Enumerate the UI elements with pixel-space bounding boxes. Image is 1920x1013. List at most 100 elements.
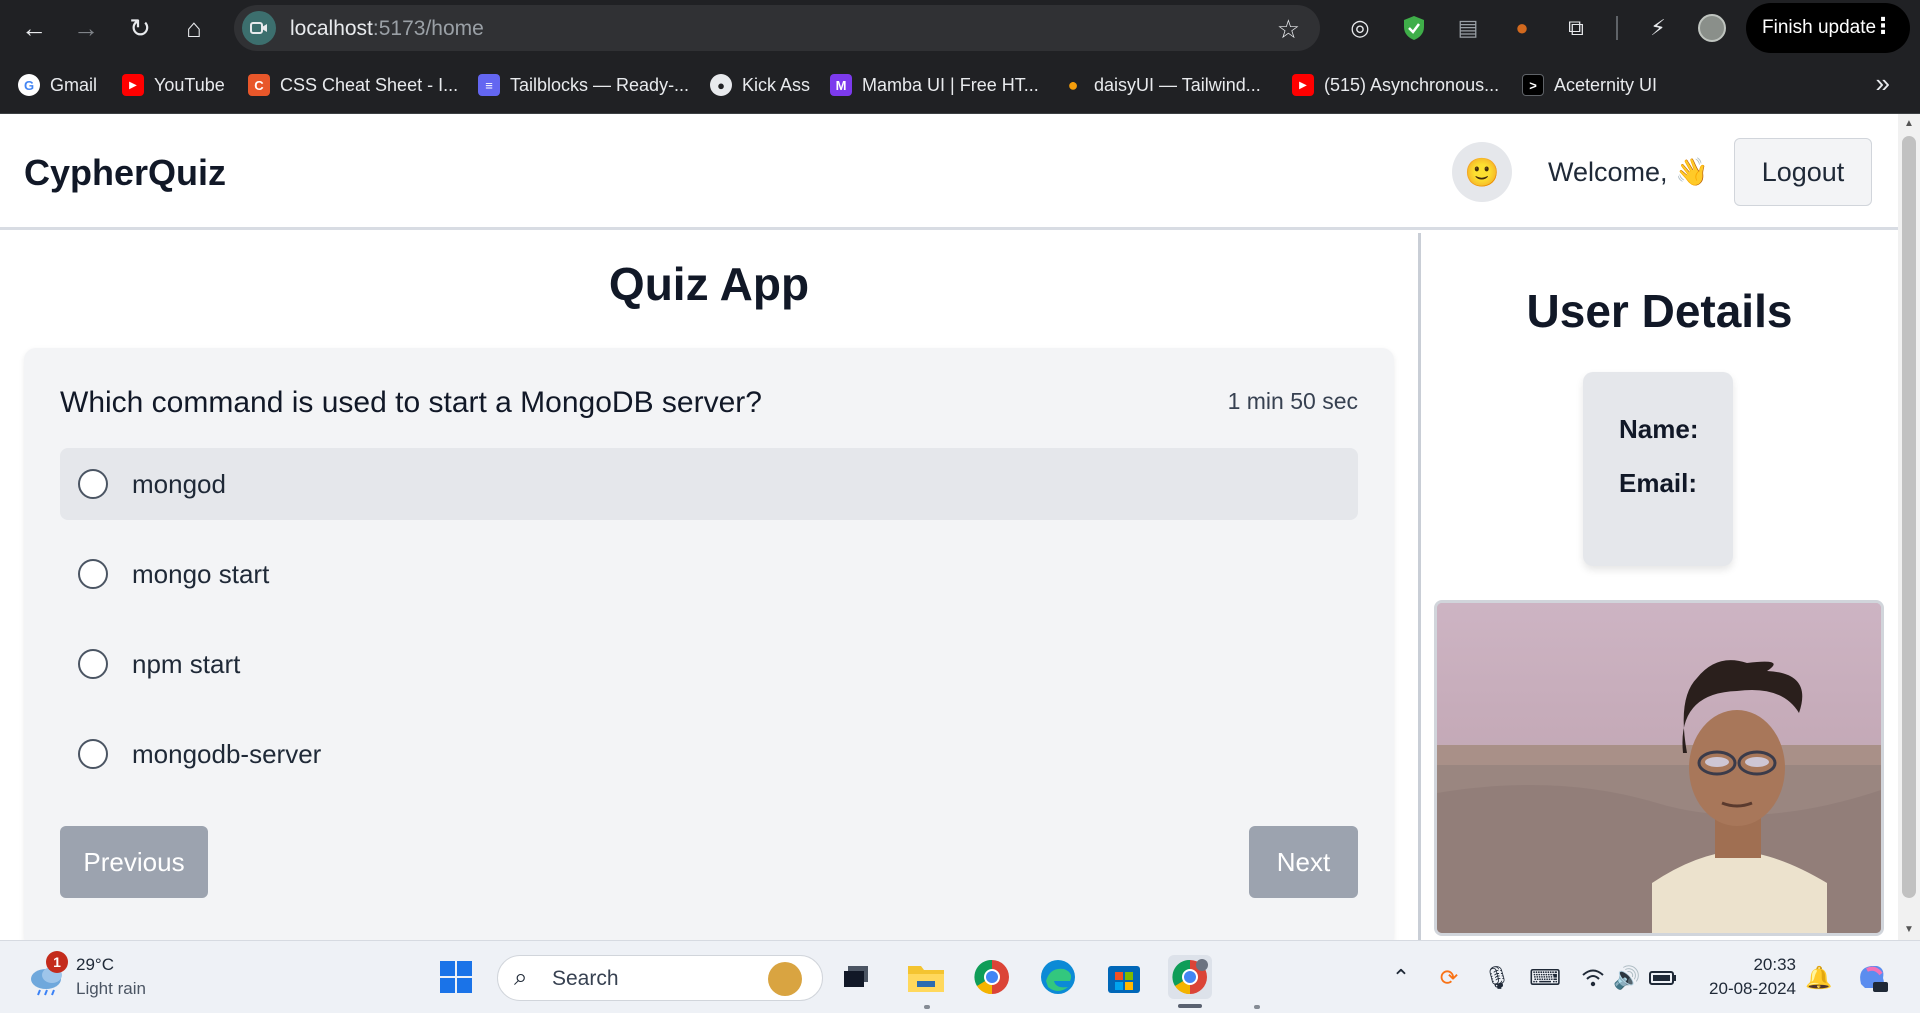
option-mongodb-server[interactable]: mongodb-server (60, 718, 1358, 790)
scroll-up-arrow-icon[interactable]: ▲ (1903, 118, 1915, 130)
bookmark-daisyui[interactable]: ● daisyUI — Tailwind... (1062, 71, 1261, 99)
performance-icon[interactable]: ⚡ (1642, 12, 1674, 44)
vertical-divider (1418, 233, 1421, 940)
bookmark-asynchronous[interactable]: ▶ (515) Asynchronous... (1292, 71, 1499, 99)
previous-button[interactable]: Previous (60, 826, 208, 898)
wifi-icon[interactable] (1578, 963, 1608, 993)
option-label: mongod (132, 468, 226, 499)
search-highlight-icon (768, 962, 802, 996)
question-card: Which command is used to start a MongoDB… (24, 348, 1394, 940)
logout-button[interactable]: Logout (1734, 138, 1872, 206)
toolbar-divider (1616, 16, 1618, 40)
user-details-card: Name: Email: (1583, 372, 1733, 566)
forward-arrow-icon[interactable]: → (66, 8, 106, 48)
notification-badge: 1 (46, 951, 68, 973)
reload-icon[interactable]: ↻ (120, 8, 160, 48)
extension-target-icon[interactable]: ◎ (1344, 12, 1376, 44)
bookmark-aceternity-ui[interactable]: > Aceternity UI (1522, 71, 1657, 99)
brand-logo[interactable]: CypherQuiz (24, 152, 226, 194)
page-title: Quiz App (608, 258, 810, 310)
next-button[interactable]: Next (1249, 826, 1358, 898)
bookmark-tailblocks[interactable]: ≡ Tailblocks — Ready-... (478, 71, 689, 99)
mamba-icon: M (830, 74, 852, 96)
taskbar-search-input[interactable]: ⌕ Search (497, 955, 823, 1001)
copilot-icon[interactable] (1850, 955, 1894, 999)
webcam-feed (1434, 600, 1884, 936)
bookmark-star-icon[interactable]: ☆ (1277, 14, 1300, 45)
user-details-title: User Details (1526, 285, 1793, 337)
bookmark-mamba-ui[interactable]: M Mamba UI | Free HT... (830, 71, 1039, 99)
radio-button[interactable] (78, 649, 108, 679)
avatar[interactable]: 🙂 (1452, 142, 1512, 202)
bookmark-youtube[interactable]: ▶ YouTube (122, 71, 225, 99)
tailblocks-icon: ≡ (478, 74, 500, 96)
css-icon: C (248, 74, 270, 96)
finish-update-button[interactable]: Finish update ⋮ (1746, 3, 1910, 53)
chrome-profile-icon[interactable] (1168, 955, 1212, 999)
site-info-icon[interactable] (242, 11, 276, 45)
webcam-person-image (1437, 603, 1881, 933)
url-text[interactable]: localhost:5173/home (290, 17, 484, 41)
page-scrollbar[interactable]: ▲ ▼ (1898, 114, 1920, 940)
radio-button[interactable] (78, 559, 108, 589)
open-app-indicator (1254, 1005, 1260, 1009)
windows-taskbar: 1 29°C Light rain ⌕ Search ⌃ ⟳ 🎙 ⌨ 🔊 20:… (0, 940, 1920, 1013)
menu-kebab-icon[interactable]: ⋮ (1872, 13, 1894, 39)
extensions-puzzle-icon[interactable]: ⧉ (1560, 12, 1592, 44)
show-hidden-icons-chevron-icon[interactable]: ⌃ (1386, 963, 1416, 993)
option-npm-start[interactable]: npm start (60, 628, 1358, 700)
home-icon[interactable]: ⌂ (174, 8, 214, 48)
extension-window-icon[interactable]: ▤ (1452, 12, 1484, 44)
clock-date[interactable]: 20-08-2024 (1700, 979, 1796, 999)
volume-icon[interactable]: 🔊 (1612, 963, 1642, 993)
chrome-icon[interactable] (970, 955, 1014, 999)
address-bar[interactable]: localhost:5173/home ☆ (234, 5, 1320, 51)
option-mongo-start[interactable]: mongo start (60, 538, 1358, 610)
emoji-avatar-icon: 🙂 (1464, 156, 1500, 188)
weather-description[interactable]: Light rain (76, 979, 146, 999)
microsoft-store-icon[interactable] (1102, 955, 1146, 999)
option-label: mongodb-server (132, 738, 322, 769)
clock-time[interactable]: 20:33 (1710, 955, 1796, 975)
extension-cookie-icon[interactable]: ● (1506, 12, 1538, 44)
task-view-icon[interactable] (834, 955, 878, 999)
file-explorer-icon[interactable] (904, 955, 948, 999)
scroll-down-arrow-icon[interactable]: ▼ (1903, 924, 1915, 936)
browser-toolbar: ← → ↻ ⌂ localhost:5173/home ☆ ◎ ▤ ● ⧉ ⚡ … (0, 0, 1920, 56)
app-navbar: CypherQuiz 🙂 Welcome, 👋 Logout (0, 114, 1898, 230)
radio-button[interactable] (78, 469, 108, 499)
extension-shield-icon[interactable] (1398, 12, 1430, 44)
back-arrow-icon[interactable]: ← (14, 8, 54, 48)
weather-temperature[interactable]: 29°C (76, 955, 114, 975)
page-viewport: CypherQuiz 🙂 Welcome, 👋 Logout Quiz App … (0, 114, 1898, 940)
google-icon: G (18, 74, 40, 96)
search-icon: ⌕ (514, 964, 528, 991)
daisyui-icon: ● (1067, 74, 1079, 95)
battery-icon[interactable] (1648, 963, 1678, 993)
bookmark-gmail[interactable]: G Gmail (18, 71, 97, 99)
youtube-icon: ▶ (1292, 74, 1314, 96)
scrollbar-thumb[interactable] (1902, 136, 1916, 898)
open-app-indicator (924, 1005, 930, 1009)
notification-bell-icon[interactable]: 🔔 (1804, 963, 1834, 993)
name-label: Name: (1619, 414, 1699, 444)
microphone-icon[interactable]: 🎙 (1482, 963, 1512, 993)
profile-avatar-icon[interactable] (1696, 12, 1728, 44)
option-mongod[interactable]: mongod (60, 448, 1358, 520)
edge-icon[interactable] (1036, 955, 1080, 999)
aceternity-icon: > (1522, 74, 1544, 96)
option-label: npm start (132, 648, 241, 679)
bookmarks-bar: G Gmail ▶ YouTube C CSS Cheat Sheet - I.… (0, 56, 1920, 114)
email-label: Email: (1619, 468, 1698, 498)
youtube-icon: ▶ (122, 74, 144, 96)
keyboard-icon[interactable]: ⌨ (1529, 963, 1561, 993)
bookmarks-overflow-icon[interactable]: » (1876, 68, 1890, 99)
bookmark-css-cheat-sheet[interactable]: C CSS Cheat Sheet - I... (248, 71, 458, 99)
kickass-icon: ● (710, 74, 732, 96)
windows-start-icon[interactable] (434, 955, 478, 999)
bookmark-kick-ass[interactable]: ● Kick Ass (710, 71, 810, 99)
radio-button[interactable] (78, 739, 108, 769)
quiz-section: Quiz App Which command is used to start … (0, 233, 1418, 940)
option-label: mongo start (132, 558, 270, 589)
sync-icon[interactable]: ⟳ (1434, 963, 1464, 993)
